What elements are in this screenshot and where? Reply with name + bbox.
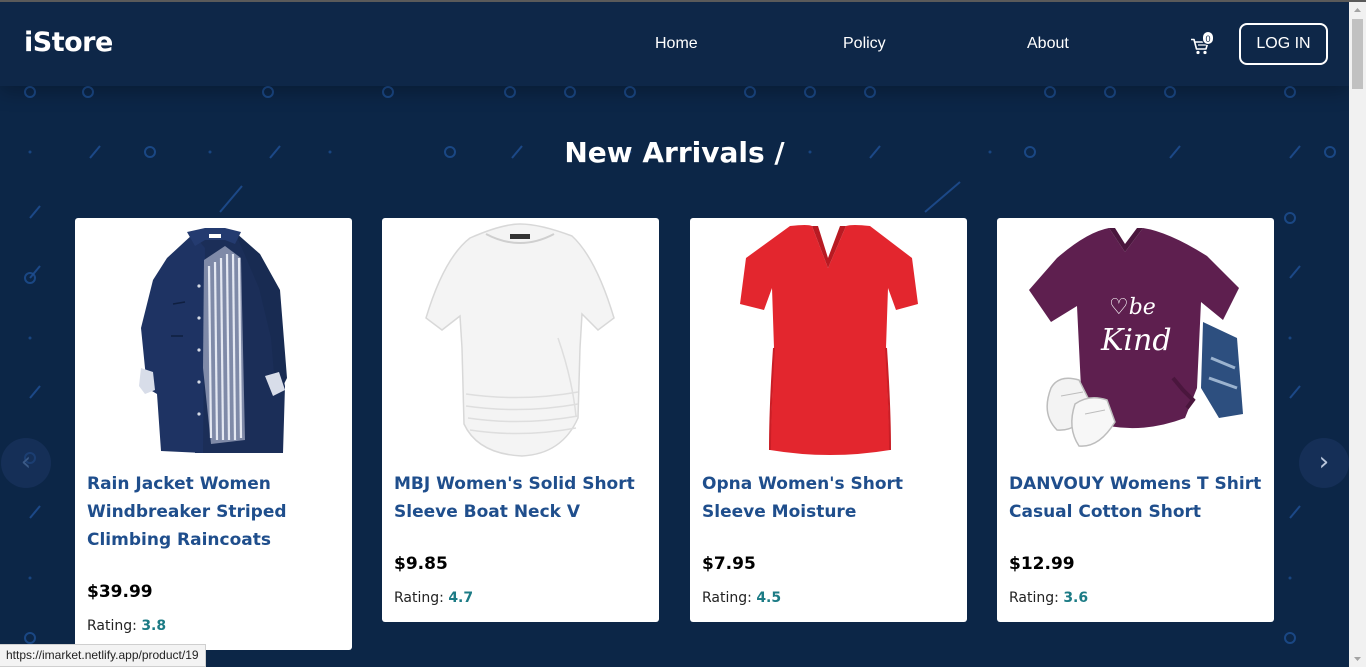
product-image — [425, 223, 615, 457]
scroll-down-arrow-icon[interactable] — [1349, 650, 1366, 667]
cart-button[interactable]: 0 — [1190, 31, 1216, 57]
product-title[interactable]: Opna Women's Short Sleeve Moisture — [702, 470, 957, 526]
rating-label: Rating: — [702, 590, 752, 606]
page: iStore Home Policy About 0 LOG IN New Ar… — [0, 0, 1349, 667]
brand-logo[interactable]: iStore — [24, 27, 113, 58]
product-rating: Rating: 3.8 — [87, 618, 166, 634]
scroll-up-arrow-icon[interactable] — [1349, 2, 1366, 19]
chevron-left-icon: ‹ — [20, 447, 32, 477]
product-image — [139, 228, 287, 453]
product-card[interactable]: Opna Women's Short Sleeve Moisture $7.95… — [690, 218, 967, 622]
scrollbar-thumb[interactable] — [1352, 19, 1363, 89]
product-card[interactable]: Rain Jacket Women Windbreaker Striped Cl… — [75, 218, 352, 650]
cart-count-badge: 0 — [1202, 31, 1214, 45]
rating-value: 3.6 — [1063, 590, 1089, 606]
product-card[interactable]: ♡be Kind DANVOUY Womens T Shirt Casual C… — [997, 218, 1274, 622]
nav-link-home[interactable]: Home — [655, 35, 698, 53]
product-rating: Rating: 4.5 — [702, 590, 781, 606]
vertical-scrollbar[interactable] — [1349, 2, 1366, 667]
rating-label: Rating: — [1009, 590, 1059, 606]
navbar: iStore Home Policy About 0 LOG IN — [0, 2, 1349, 86]
rating-value: 4.5 — [756, 590, 782, 606]
section-title: New Arrivals / — [564, 136, 785, 169]
product-price: $39.99 — [87, 582, 153, 602]
product-price: $9.85 — [394, 554, 448, 574]
product-price: $12.99 — [1009, 554, 1075, 574]
product-title[interactable]: Rain Jacket Women Windbreaker Striped Cl… — [87, 470, 342, 554]
nav-link-about[interactable]: About — [1027, 35, 1069, 53]
carousel-next-button[interactable]: › — [1299, 438, 1349, 488]
status-bar-url: https://imarket.netlify.app/product/19 — [0, 644, 206, 667]
chevron-right-icon: › — [1318, 447, 1330, 477]
rating-label: Rating: — [87, 618, 137, 634]
svg-text:Kind: Kind — [1100, 323, 1172, 358]
window-top-border — [0, 0, 1366, 2]
nav-link-policy[interactable]: Policy — [843, 35, 886, 53]
carousel-prev-button[interactable]: ‹ — [1, 438, 51, 488]
product-rating: Rating: 3.6 — [1009, 590, 1088, 606]
svg-text:♡be: ♡be — [1109, 295, 1156, 320]
rating-value: 3.8 — [141, 618, 167, 634]
product-image — [740, 225, 918, 455]
product-image: ♡be Kind — [1029, 228, 1243, 447]
product-price: $7.95 — [702, 554, 756, 574]
product-rating: Rating: 4.7 — [394, 590, 473, 606]
rating-label: Rating: — [394, 590, 444, 606]
login-button[interactable]: LOG IN — [1239, 23, 1328, 65]
product-title[interactable]: DANVOUY Womens T Shirt Casual Cotton Sho… — [1009, 470, 1264, 526]
rating-value: 4.7 — [448, 590, 474, 606]
product-card[interactable]: MBJ Women's Solid Short Sleeve Boat Neck… — [382, 218, 659, 622]
product-title[interactable]: MBJ Women's Solid Short Sleeve Boat Neck… — [394, 470, 649, 526]
